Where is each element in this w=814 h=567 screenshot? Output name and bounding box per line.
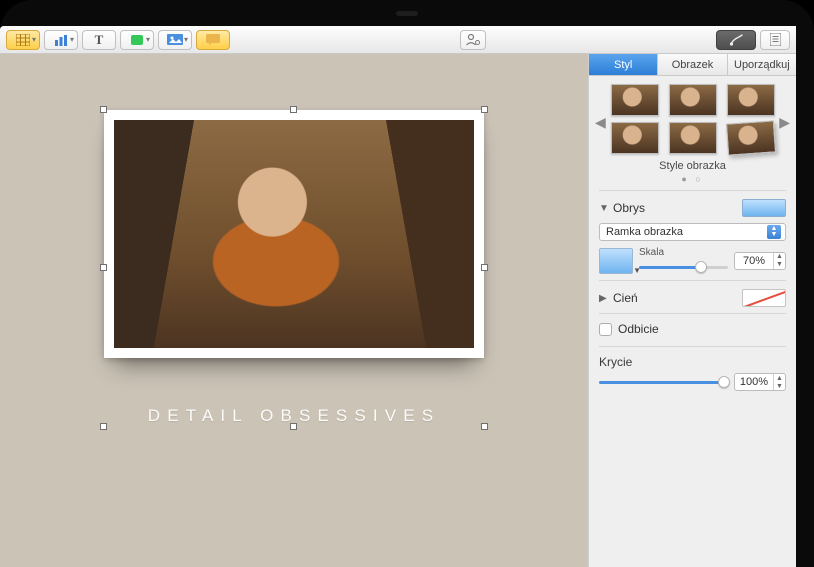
resize-handle-e[interactable] <box>481 264 488 271</box>
toolbar-table-button[interactable]: ▾ <box>6 30 40 50</box>
border-section: ▼ Obrys Ramka obrazka ▲▼ Skala <box>599 190 786 274</box>
resize-handle-ne[interactable] <box>481 106 488 113</box>
image-icon <box>167 34 183 45</box>
shadow-header[interactable]: ▶ Cień <box>599 289 786 307</box>
image-style-presets: ◀ ▶ Style obrazka ● ○ <box>599 84 786 184</box>
resize-handle-w[interactable] <box>100 264 107 271</box>
opacity-title: Krycie <box>599 355 786 369</box>
stepper-down-icon[interactable]: ▼ <box>774 382 785 390</box>
shadow-none-preview[interactable] <box>742 289 786 307</box>
scale-slider[interactable] <box>639 260 728 274</box>
style-preset[interactable] <box>669 84 717 116</box>
scale-stepper[interactable]: 70% ▲▼ <box>734 252 786 270</box>
opacity-stepper[interactable]: 100% ▲▼ <box>734 373 786 391</box>
style-preset[interactable] <box>727 84 775 116</box>
tab-style[interactable]: Styl <box>589 54 658 75</box>
stepper-up-icon[interactable]: ▲ <box>774 253 785 261</box>
resize-handle-n[interactable] <box>290 106 297 113</box>
toolbar-shape-button[interactable]: ▾ <box>120 30 154 50</box>
document-icon <box>770 33 781 46</box>
resize-handle-s[interactable] <box>290 423 297 430</box>
image-frame <box>104 110 484 358</box>
shape-icon <box>131 35 143 45</box>
opacity-section: Krycie 100% ▲▼ <box>599 346 786 391</box>
slide-canvas[interactable]: DETAIL OBSESSIVES <box>0 54 588 567</box>
toolbar-format-button[interactable] <box>716 30 756 50</box>
reflection-checkbox[interactable] <box>599 323 612 336</box>
presets-page-dots[interactable]: ● ○ <box>611 174 774 184</box>
disclosure-triangle-icon: ▼ <box>599 203 609 214</box>
toolbar-text-button[interactable]: T <box>82 30 116 50</box>
chevron-down-icon: ▾ <box>146 35 150 44</box>
opacity-value: 100% <box>735 376 773 388</box>
border-type-value: Ramka obrazka <box>606 226 683 238</box>
image-styles-title: Style obrazka <box>611 160 774 172</box>
laptop-frame: ▾ ▾ T ▾ ▾ <box>0 0 814 567</box>
frame-style-swatch[interactable] <box>599 248 633 274</box>
presets-next-button[interactable]: ▶ <box>779 114 790 131</box>
presets-prev-button[interactable]: ◀ <box>595 114 606 131</box>
resize-handle-nw[interactable] <box>100 106 107 113</box>
scale-label: Skala <box>639 247 728 258</box>
camera-notch <box>396 11 418 16</box>
toolbar-comment-button[interactable] <box>196 30 230 50</box>
window-body: DETAIL OBSESSIVES Styl Obrazek Uporządku… <box>0 54 796 567</box>
toolbar-chart-button[interactable]: ▾ <box>44 30 78 50</box>
chevron-down-icon: ▾ <box>70 35 74 44</box>
resize-handle-se[interactable] <box>481 423 488 430</box>
text-icon: T <box>95 32 104 48</box>
disclosure-triangle-icon: ▶ <box>599 293 609 304</box>
comment-icon <box>206 34 220 45</box>
inspector-tabs: Styl Obrazek Uporządkuj <box>589 54 796 76</box>
popup-arrows-icon: ▲▼ <box>767 225 781 239</box>
toolbar-media-button[interactable]: ▾ <box>158 30 192 50</box>
border-title: Obrys <box>613 201 645 215</box>
chart-icon <box>54 34 68 46</box>
format-inspector: Styl Obrazek Uporządkuj ◀ ▶ <box>588 54 796 567</box>
border-scale-row: Skala 70% ▲▼ <box>599 247 786 274</box>
toolbar-collaborate-button[interactable] <box>460 30 486 50</box>
app-window: ▾ ▾ T ▾ ▾ <box>0 26 796 567</box>
inspector-body: ◀ ▶ Style obrazka ● ○ <box>589 76 796 567</box>
chevron-down-icon: ▾ <box>32 35 36 44</box>
photo-content <box>114 120 474 348</box>
opacity-slider[interactable] <box>599 375 728 389</box>
border-type-popup[interactable]: Ramka obrazka ▲▼ <box>599 223 786 241</box>
reflection-label: Odbicie <box>618 322 659 336</box>
style-preset[interactable] <box>611 122 659 154</box>
toolbar: ▾ ▾ T ▾ ▾ <box>0 26 796 54</box>
scale-value: 70% <box>735 255 773 267</box>
tab-arrange[interactable]: Uporządkuj <box>728 54 796 75</box>
table-icon <box>16 34 30 46</box>
toolbar-document-button[interactable] <box>760 30 790 50</box>
shadow-title: Cień <box>613 291 638 305</box>
resize-handle-sw[interactable] <box>100 423 107 430</box>
style-preset[interactable] <box>611 84 659 116</box>
brush-icon <box>729 33 744 46</box>
reflection-row: Odbicie <box>599 313 786 344</box>
chevron-down-icon: ▾ <box>184 35 188 44</box>
stepper-up-icon[interactable]: ▲ <box>774 374 785 382</box>
stepper-down-icon[interactable]: ▼ <box>774 261 785 269</box>
border-preview[interactable] <box>742 199 786 217</box>
border-header[interactable]: ▼ Obrys <box>599 199 786 217</box>
person-gear-icon <box>465 33 481 46</box>
style-preset[interactable] <box>726 120 776 155</box>
selected-image[interactable]: DETAIL OBSESSIVES <box>104 110 484 426</box>
style-preset[interactable] <box>669 122 717 154</box>
shadow-section: ▶ Cień <box>599 280 786 307</box>
tab-image[interactable]: Obrazek <box>658 54 727 75</box>
